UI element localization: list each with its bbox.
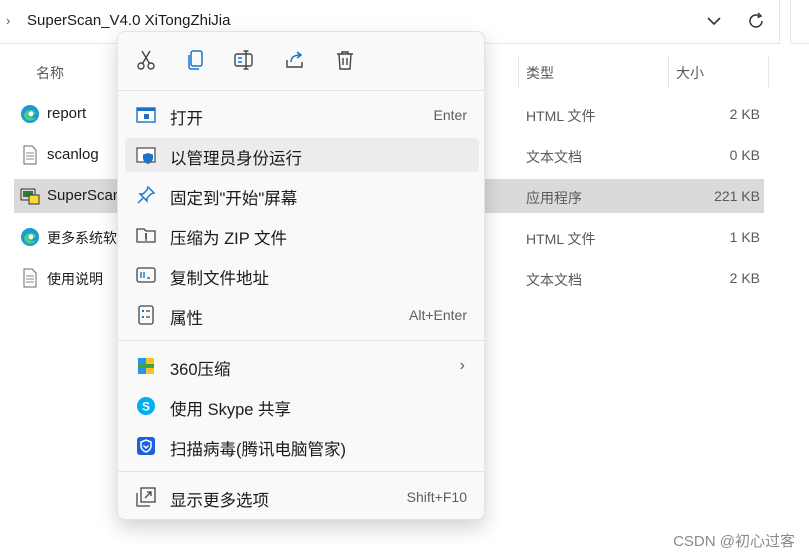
menu-item-run-as-admin[interactable]: 以管理员身份运行 bbox=[125, 138, 479, 172]
file-name: report bbox=[47, 105, 87, 122]
copy-path-icon bbox=[136, 267, 156, 283]
menu-item-open[interactable]: 打开 Enter bbox=[125, 98, 479, 132]
file-type: HTML 文件 bbox=[526, 231, 596, 247]
skype-icon: S bbox=[137, 397, 155, 415]
open-icon bbox=[136, 107, 156, 123]
edge-icon bbox=[21, 228, 39, 246]
menu-item-compress-zip[interactable]: 压缩为 ZIP 文件 bbox=[125, 218, 479, 252]
file-name: 更多系统软件 bbox=[47, 230, 127, 246]
chevron-down-icon[interactable] bbox=[706, 12, 722, 30]
edge-icon bbox=[21, 105, 39, 123]
menu-item-copy-path[interactable]: 复制文件地址 bbox=[125, 258, 479, 292]
menu-separator bbox=[118, 471, 484, 472]
column-divider[interactable] bbox=[668, 56, 669, 88]
menu-item-label: 压缩为 ZIP 文件 bbox=[170, 230, 288, 248]
column-header-type[interactable]: 类型 bbox=[526, 56, 554, 90]
copy-icon[interactable] bbox=[184, 48, 208, 72]
file-size: 1 KB bbox=[729, 229, 760, 245]
file-size: 221 KB bbox=[714, 188, 760, 204]
menu-item-label: 打开 bbox=[170, 110, 203, 128]
cut-icon[interactable] bbox=[134, 48, 158, 72]
more-options-icon bbox=[136, 487, 156, 507]
file-type: 文本文档 bbox=[526, 272, 582, 288]
menu-item-label: 属性 bbox=[170, 310, 203, 328]
file-size: 2 KB bbox=[729, 270, 760, 286]
pin-icon bbox=[137, 185, 156, 204]
menu-separator bbox=[118, 90, 484, 91]
menu-separator bbox=[118, 340, 484, 341]
share-icon[interactable] bbox=[283, 48, 307, 72]
context-menu: 打开 Enter 以管理员身份运行 固定到"开始"屏幕 压缩为 ZIP 文件 复… bbox=[117, 31, 485, 520]
file-name: scanlog bbox=[47, 146, 99, 163]
menu-item-skype-share[interactable]: S 使用 Skype 共享 bbox=[125, 389, 479, 423]
app-icon bbox=[20, 188, 40, 205]
chevron-right-icon: › bbox=[6, 13, 11, 28]
file-name: SuperScan bbox=[47, 187, 122, 204]
menu-item-label: 显示更多选项 bbox=[170, 492, 269, 510]
file-type: 应用程序 bbox=[526, 190, 582, 206]
file-name: 使用说明 bbox=[47, 271, 103, 287]
menu-item-properties[interactable]: 属性 Alt+Enter bbox=[125, 298, 479, 332]
file-type: HTML 文件 bbox=[526, 108, 596, 124]
menu-item-label: 以管理员身份运行 bbox=[170, 150, 302, 168]
text-file-icon bbox=[23, 145, 37, 165]
menu-item-virus-scan[interactable]: 扫描病毒(腾讯电脑管家) bbox=[125, 429, 479, 463]
menu-item-shortcut: Alt+Enter bbox=[409, 307, 467, 323]
menu-item-label: 使用 Skype 共享 bbox=[170, 401, 292, 419]
chevron-right-icon: › bbox=[459, 357, 465, 374]
file-type: 文本文档 bbox=[526, 149, 582, 165]
column-header-size[interactable]: 大小 bbox=[676, 56, 704, 90]
column-header-name[interactable]: 名称 bbox=[36, 56, 64, 90]
menu-item-shortcut: Shift+F10 bbox=[406, 489, 467, 505]
file-size: 2 KB bbox=[729, 106, 760, 122]
properties-icon bbox=[138, 305, 154, 325]
zip-icon bbox=[136, 228, 156, 243]
file-size: 0 KB bbox=[729, 147, 760, 163]
column-divider[interactable] bbox=[518, 56, 519, 88]
svg-text:S: S bbox=[142, 400, 150, 414]
watermark: CSDN @初心过客 bbox=[673, 533, 795, 550]
menu-item-pin-to-start[interactable]: 固定到"开始"屏幕 bbox=[125, 178, 479, 212]
shield-icon bbox=[136, 147, 156, 164]
column-divider[interactable] bbox=[768, 56, 769, 88]
menu-item-label: 360压缩 bbox=[170, 361, 231, 379]
delete-icon[interactable] bbox=[333, 48, 357, 72]
tencent-shield-icon bbox=[137, 437, 155, 455]
address-path[interactable]: SuperScan_V4.0 XiTongZhiJia bbox=[27, 12, 230, 29]
menu-item-show-more-options[interactable]: 显示更多选项 Shift+F10 bbox=[125, 480, 479, 514]
menu-item-label: 固定到"开始"屏幕 bbox=[170, 190, 298, 208]
refresh-icon[interactable] bbox=[746, 11, 766, 31]
menu-item-label: 复制文件地址 bbox=[170, 270, 269, 288]
text-file-icon bbox=[23, 268, 37, 288]
rename-icon[interactable] bbox=[233, 48, 257, 72]
search-box-edge[interactable] bbox=[790, 0, 809, 44]
menu-item-label: 扫描病毒(腾讯电脑管家) bbox=[170, 441, 346, 459]
menu-item-shortcut: Enter bbox=[433, 107, 467, 123]
archive-360-icon bbox=[138, 358, 154, 374]
menu-item-360-compress[interactable]: 360压缩 › bbox=[125, 349, 479, 383]
